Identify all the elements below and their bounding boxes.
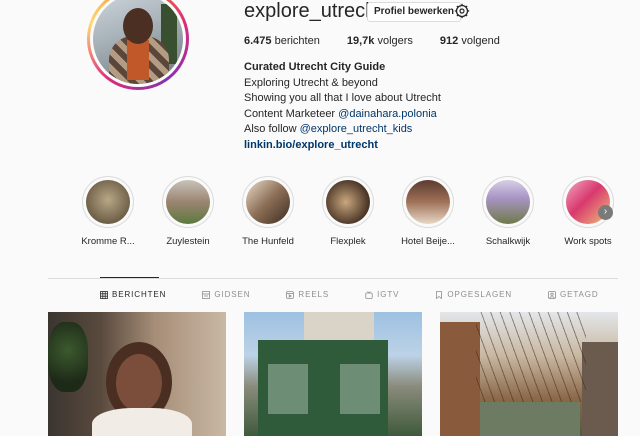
posts-value: 6.475: [244, 35, 272, 47]
highlight-item[interactable]: Schalkwijk: [468, 176, 548, 247]
highlight-label: Kromme R...: [81, 236, 135, 247]
post-thumbnail[interactable]: [440, 312, 618, 436]
tab-label: GIDSEN: [214, 290, 251, 299]
igtv-icon: [365, 290, 373, 299]
profile-tabs: BERICHTEN GIDSEN REELS IGTV OPGESLAGEN G…: [100, 290, 635, 299]
followers-count[interactable]: 19,7k volgers: [347, 35, 413, 47]
post-thumbnail[interactable]: [244, 312, 422, 436]
highlight-item[interactable]: Flexplek: [308, 176, 388, 247]
highlight-cover: [406, 180, 450, 224]
highlight-ring: [82, 176, 134, 228]
grid-icon: [100, 290, 108, 299]
profile-avatar[interactable]: [87, 0, 189, 90]
bio-mention-link[interactable]: @dainahara.polonia: [338, 108, 437, 120]
bio-text: Content Marketeer: [244, 107, 339, 120]
tab-igtv[interactable]: IGTV: [365, 290, 399, 299]
tab-label: REELS: [298, 290, 330, 299]
followers-label: volgers: [377, 35, 413, 47]
post-photo-face: [116, 354, 162, 412]
bio-line: Showing you all that I love about Utrech…: [244, 92, 441, 104]
highlight-cover: [246, 180, 290, 224]
highlight-item[interactable]: Zuylestein: [148, 176, 228, 247]
profile-bio: Curated Utrecht City Guide Exploring Utr…: [244, 60, 441, 153]
post-thumbnail[interactable]: [48, 312, 226, 436]
highlight-cover: [86, 180, 130, 224]
following-label: volgend: [461, 35, 500, 47]
post-photo-canal: [480, 402, 580, 436]
highlight-label: Flexplek: [330, 236, 366, 247]
highlight-ring: [562, 176, 614, 228]
story-highlights: Kromme R... Zuylestein The Hunfeld Flexp…: [68, 176, 628, 247]
tab-label: IGTV: [377, 290, 400, 299]
profile-username: explore_utrecht: [244, 0, 382, 22]
bookmark-icon: [436, 290, 443, 299]
highlight-label: Zuylestein: [166, 236, 210, 247]
tab-label: GETAGD: [560, 290, 599, 299]
highlight-item[interactable]: The Hunfeld: [228, 176, 308, 247]
posts-count: 6.475 berichten: [244, 35, 320, 47]
post-photo-building: [304, 312, 374, 340]
profile-stats: 6.475 berichten 19,7k volgers 912 volgen…: [244, 35, 527, 47]
highlight-item[interactable]: Hotel Beije...: [388, 176, 468, 247]
highlight-item[interactable]: Work spots: [548, 176, 628, 247]
avatar-border: [90, 0, 186, 87]
post-photo-houses-right: [582, 342, 618, 436]
reels-icon: [286, 290, 295, 299]
highlight-cover: [166, 180, 210, 224]
bio-website-link[interactable]: linkin.bio/explore_utrecht: [244, 138, 441, 154]
highlight-ring: [242, 176, 294, 228]
highlight-item[interactable]: Kromme R...: [68, 176, 148, 247]
highlight-ring: [482, 176, 534, 228]
bio-line: Exploring Utrecht & beyond: [244, 76, 378, 89]
tab-getagd[interactable]: GETAGD: [548, 290, 599, 299]
followers-value: 19,7k: [346, 35, 375, 47]
guide-icon: [202, 290, 211, 299]
bio-mention-link[interactable]: @explore_utrecht_kids: [300, 123, 413, 135]
avatar-sweater-shape: [127, 40, 149, 80]
post-photo-plant: [48, 322, 88, 392]
avatar-image: [93, 0, 183, 84]
tag-icon: [548, 290, 556, 299]
settings-icon[interactable]: [454, 3, 470, 19]
chevron-right-icon[interactable]: ›: [598, 205, 613, 220]
tab-berichten[interactable]: BERICHTEN: [100, 290, 166, 299]
post-photo-window: [268, 364, 308, 414]
highlight-ring: [402, 176, 454, 228]
highlight-label: Schalkwijk: [485, 236, 531, 247]
tab-label: BERICHTEN: [112, 290, 167, 299]
highlight-label: Hotel Beije...: [401, 236, 455, 247]
highlight-ring: [322, 176, 374, 228]
following-count[interactable]: 912 volgend: [440, 35, 500, 47]
following-value: 912: [439, 35, 459, 47]
bio-text: Also follow: [244, 123, 300, 135]
avatar-head-shape: [123, 8, 153, 44]
tab-gidsen[interactable]: GIDSEN: [202, 290, 250, 299]
post-photo-houses-left: [440, 322, 480, 436]
highlight-ring: [162, 176, 214, 228]
edit-profile-button[interactable]: Profiel bewerken: [367, 2, 462, 22]
highlight-label: The Hunfeld: [242, 236, 294, 247]
post-photo-window: [340, 364, 380, 414]
tab-reels[interactable]: REELS: [286, 290, 329, 299]
highlight-cover: [326, 180, 370, 224]
bio-line: Content Marketeer @dainahara.polonia: [244, 107, 441, 123]
active-tab-indicator: [100, 277, 159, 278]
posts-label: berichten: [274, 35, 320, 47]
bio-name: Curated Utrecht City Guide: [244, 61, 386, 73]
highlight-label: Work spots: [564, 236, 612, 247]
tab-label: OPGESLAGEN: [447, 290, 512, 299]
post-photo-trees: [476, 312, 586, 402]
bio-line: Also follow @explore_utrecht_kids: [244, 122, 441, 138]
post-photo-shirt: [92, 408, 192, 436]
tab-divider: [48, 278, 618, 279]
tab-opgeslagen[interactable]: OPGESLAGEN: [435, 290, 512, 299]
highlight-cover: [486, 180, 530, 224]
